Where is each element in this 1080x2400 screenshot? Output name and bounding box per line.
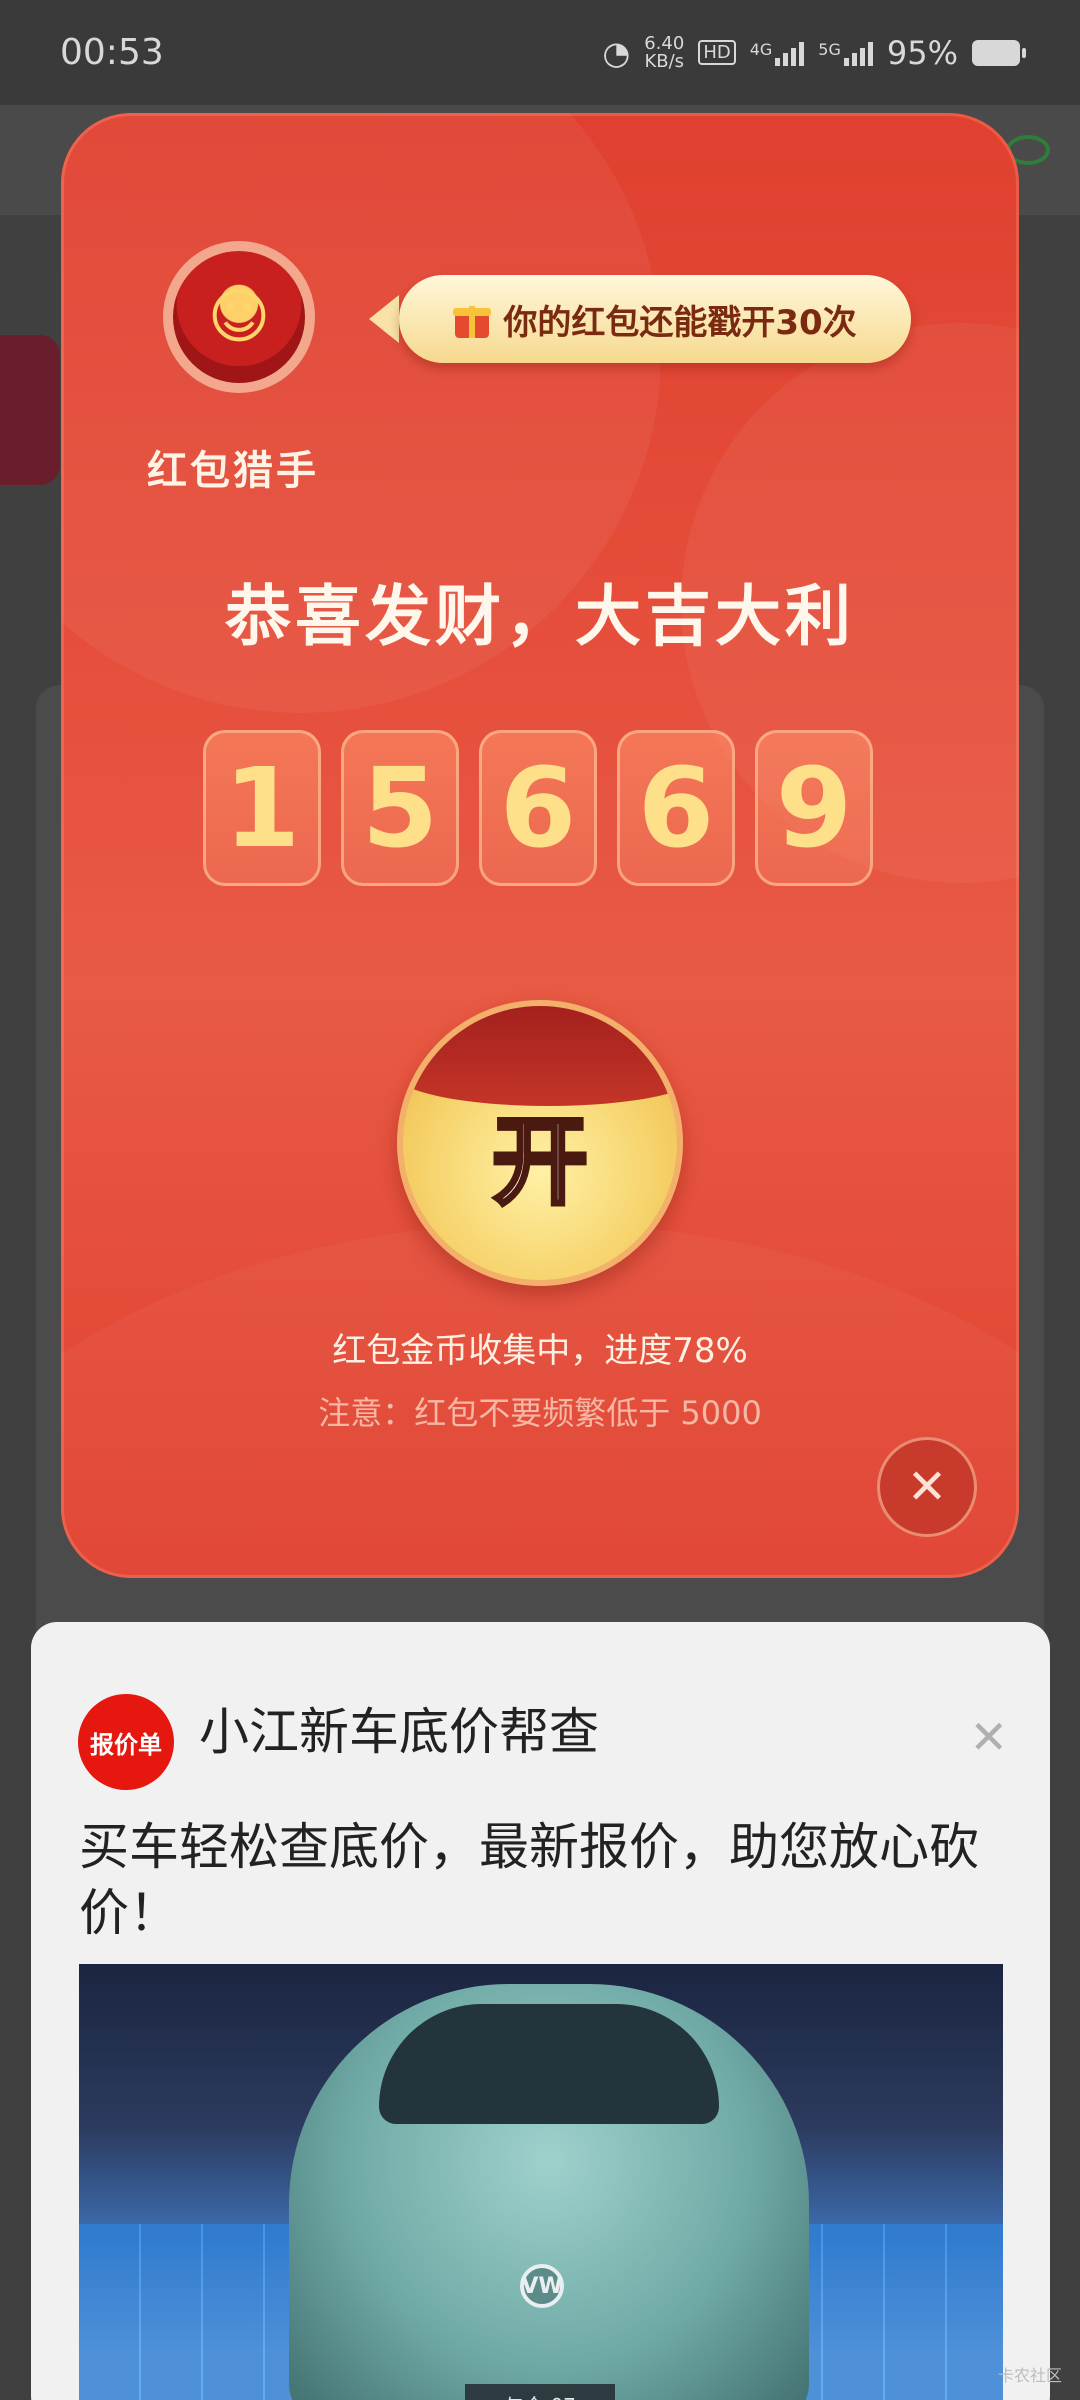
remaining-tries-text: 你的红包还能戳开30次 xyxy=(503,302,857,343)
network-speed: 6.40 KB/s xyxy=(644,32,685,72)
gift-icon xyxy=(453,300,492,338)
red-packet-dialog: ☺ 红包猎手 你的红包还能戳开30次 恭喜发财，大吉大利 1 5 6 6 9 开… xyxy=(61,113,1019,1578)
car-plate: 与众 07 xyxy=(465,2384,615,2400)
ad-car-image[interactable]: VW 与众 07 xyxy=(79,1964,1003,2400)
ad-card[interactable]: 报价单 小江新车底价帮查 ✕ 买车轻松查底价，最新报价，助您放心砍价！ VW 与… xyxy=(31,1622,1050,2400)
remaining-tries-bubble: 你的红包还能戳开30次 xyxy=(399,275,911,363)
status-bar: 00:53 ◔ 6.40 KB/s HD 4G 5G 95% xyxy=(0,0,1080,105)
hd-icon: HD xyxy=(698,40,736,65)
ad-close-icon[interactable]: ✕ xyxy=(969,1710,1008,1764)
digit-box: 9 xyxy=(755,730,873,886)
notice-text: 注意：红包不要频繁低于 5000 xyxy=(318,1394,762,1432)
digit-box: 6 xyxy=(479,730,597,886)
vw-logo-icon: VW xyxy=(520,2264,564,2308)
digit-box: 5 xyxy=(341,730,459,886)
hunter-name: 红包猎手 xyxy=(147,448,319,494)
watermark: 卡农社区 xyxy=(997,2366,1062,2385)
hunter-avatar: ☺ xyxy=(163,241,315,393)
fortune-god-icon: ☺ xyxy=(173,251,305,383)
background-banner xyxy=(0,335,60,485)
close-dialog-button[interactable]: ✕ xyxy=(877,1437,977,1537)
car-windshield xyxy=(379,2004,719,2124)
speedometer-icon: ◔ xyxy=(602,33,631,72)
greeting-headline: 恭喜发财，大吉大利 xyxy=(225,578,855,655)
close-icon: ✕ xyxy=(906,1459,948,1515)
bubble-pointer xyxy=(369,295,399,343)
collection-progress-text: 红包金币收集中，进度78% xyxy=(332,1331,748,1371)
battery-percent: 95% xyxy=(886,33,958,72)
digit-box: 6 xyxy=(617,730,735,886)
digit-box: 1 xyxy=(203,730,321,886)
open-packet-button[interactable]: 开 xyxy=(397,1000,683,1286)
battery-icon xyxy=(972,39,1026,66)
ad-title: 小江新车底价帮查 xyxy=(199,1703,599,1761)
signal-4g-icon: 4G xyxy=(750,40,805,66)
signal-5g-icon: 5G xyxy=(818,40,873,66)
ad-description: 买车轻松查底价，最新报价，助您放心砍价！ xyxy=(79,1818,979,1942)
amount-digits: 1 5 6 6 9 xyxy=(203,730,873,886)
open-button-label: 开 xyxy=(490,1104,590,1220)
status-time: 00:53 xyxy=(60,32,164,73)
ad-logo: 报价单 xyxy=(78,1694,174,1790)
status-icons: ◔ 6.40 KB/s HD 4G 5G 95% xyxy=(602,32,1026,72)
